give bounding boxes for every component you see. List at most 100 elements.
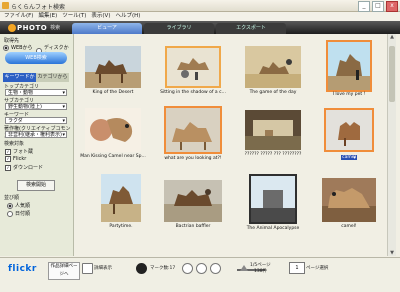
photo-item[interactable]: Bactrian baffler: [158, 180, 228, 240]
check-photo[interactable]: ✓ フォト蔵: [5, 148, 33, 155]
logo-sub: 検索: [50, 25, 61, 31]
check-photo-label: フォト蔵: [13, 149, 34, 155]
detail-view-icon[interactable]: [82, 263, 93, 274]
radio-dot-icon: [3, 44, 9, 51]
menu-help[interactable]: ヘルプ(H): [115, 12, 140, 21]
photo-item[interactable]: camel!: [314, 178, 384, 238]
minimize-button[interactable]: _: [358, 1, 370, 12]
sidebar: 取得先 WEBから ディスクから WEB検索 キーワードから カテゴリから トッ…: [0, 34, 74, 256]
photo-thumbnail[interactable]: [164, 106, 222, 154]
work-detail-button[interactable]: 作品詳細ページへ: [48, 262, 80, 280]
search-start-button[interactable]: 検索開始: [17, 180, 55, 191]
checkbox-checked-icon: ✓: [5, 156, 11, 162]
sort-date-label: 日付順: [15, 211, 31, 217]
flickr-logo-text: flickr: [8, 264, 37, 274]
window-title: らくらんフォト検索: [11, 4, 66, 11]
radio-sort-date[interactable]: 日付順: [7, 210, 30, 217]
photo-caption: King of the Desert: [92, 90, 134, 95]
stop-icon[interactable]: [136, 263, 147, 274]
check-flickr-label: Flickr: [13, 156, 27, 162]
photo-caption: Sitting in the shadow of a c...: [160, 90, 226, 95]
photo-caption: Bactrian baffler: [175, 224, 211, 229]
tab-library[interactable]: ライブラリ: [144, 23, 214, 34]
photo-thumbnail[interactable]: [245, 110, 301, 150]
menu-tools[interactable]: ツール(T): [62, 12, 86, 21]
zoom-out-icon[interactable]: [210, 263, 221, 274]
page-input[interactable]: 1: [289, 262, 305, 274]
checkbox-checked-icon: ✓: [5, 164, 11, 171]
search-icon[interactable]: [196, 263, 207, 274]
keyword-select[interactable]: ラクダ: [5, 117, 67, 125]
sub-category-select[interactable]: 野生動物(陸上): [5, 103, 67, 111]
menu-edit[interactable]: 編集(E): [38, 12, 57, 21]
bottom-toolbar: flickr 作品詳細ページへ 詳細表示 マーク数:17 1/5ページ 138件…: [0, 257, 400, 292]
close-button[interactable]: x: [386, 1, 398, 12]
menu-file[interactable]: ファイル(F): [4, 12, 33, 21]
photo-thumbnail[interactable]: [165, 46, 221, 88]
tab-keyword[interactable]: キーワードから: [3, 73, 36, 89]
photo-item[interactable]: Sitting in the shadow of a c...: [158, 46, 228, 106]
photo-item[interactable]: King of the Desert: [78, 46, 148, 106]
photo-item[interactable]: Partytime.: [86, 174, 156, 234]
photo-caption: camel!: [341, 224, 357, 229]
check-download-label: ダウンロード: [13, 165, 44, 171]
photo-thumbnail[interactable]: [85, 108, 141, 152]
zoom-in-icon[interactable]: [182, 263, 193, 274]
photo-item[interactable]: what are you looking at?!: [158, 106, 228, 166]
photo-item[interactable]: I love my pet !: [314, 40, 384, 100]
app-icon: [2, 2, 9, 9]
app-header: PHOTO 検索 ビューア ライブラリ エクスポート: [0, 21, 400, 34]
photo-thumbnail[interactable]: [164, 180, 222, 222]
photo-thumbnail[interactable]: [249, 174, 297, 224]
photo-thumbnail[interactable]: [245, 46, 301, 88]
photo-thumbnail[interactable]: [324, 108, 374, 152]
window-controls: _ □ x: [358, 1, 398, 12]
detail-view-label: 詳細表示: [94, 266, 112, 271]
photo-caption: Man Kissing Camel near Sp...: [80, 154, 146, 159]
scroll-thumb[interactable]: [389, 46, 395, 102]
photo-item[interactable]: The game of the day: [238, 46, 308, 106]
tab-export[interactable]: エクスポート: [216, 23, 286, 34]
photo-thumbnail[interactable]: [326, 40, 372, 92]
tab-category[interactable]: カテゴリから: [36, 73, 69, 82]
scroll-down-icon[interactable]: ▼: [389, 250, 395, 256]
logo-word: PHOTO: [17, 23, 48, 32]
radio-sort-popular[interactable]: 人気順: [7, 202, 30, 209]
photo-item[interactable]: ?????? ????? ??? ????????: [238, 110, 308, 170]
photo-thumbnail[interactable]: [322, 178, 376, 222]
radio-source-web[interactable]: WEBから: [3, 44, 33, 51]
menu-view[interactable]: 表示(V): [91, 12, 110, 21]
main-tabs: ビューア ライブラリ エクスポート: [72, 23, 286, 34]
photo-caption: The game of the day: [249, 90, 297, 95]
sort-popular-label: 人気順: [15, 203, 31, 209]
photo-item[interactable]: Man Kissing Camel near Sp...: [78, 108, 148, 168]
check-download[interactable]: ✓ ダウンロード: [5, 164, 43, 171]
license-select[interactable]: 非営利(継承・権利表示): [5, 131, 67, 139]
search-target-label: 検索対象: [4, 141, 25, 147]
title-bar: らくらんフォト検索 _ □ x: [0, 0, 400, 12]
checkbox-checked-icon: ✓: [5, 148, 11, 155]
photo-caption: what are you looking at?!: [164, 156, 222, 161]
check-flickr[interactable]: ✓ Flickr: [5, 156, 26, 162]
tab-viewer[interactable]: ビューア: [72, 23, 142, 34]
radio-dot-icon: [7, 210, 13, 217]
radio-dot-icon: [7, 202, 13, 209]
scroll-up-icon[interactable]: ▲: [389, 34, 395, 40]
photo-item[interactable]: The Animal Apocalypse: [238, 174, 308, 234]
photo-thumbnail[interactable]: [85, 46, 141, 88]
photo-caption: The Animal Apocalypse: [246, 226, 300, 231]
photo-thumbnail[interactable]: [101, 174, 141, 222]
photo-caption: ?????? ????? ??? ????????: [244, 152, 302, 157]
web-search-button[interactable]: WEB検索: [5, 52, 67, 64]
logo-badge-icon: [8, 23, 16, 32]
photo-grid: King of the Desert Sitting in the shadow…: [78, 34, 388, 256]
photo-item[interactable]: camel: [314, 108, 384, 168]
sort-label: 並び順: [4, 195, 20, 201]
page-info-bottom: 138件: [254, 269, 268, 274]
grid-scrollbar[interactable]: ▲ ▼: [387, 34, 396, 256]
maximize-button[interactable]: □: [372, 1, 384, 12]
photo-caption: I love my pet !: [332, 92, 366, 97]
mark-count: マーク数:17: [150, 266, 176, 271]
top-category-select[interactable]: 生物・動物: [5, 89, 67, 97]
page-select-label: ページ選択: [306, 266, 329, 271]
